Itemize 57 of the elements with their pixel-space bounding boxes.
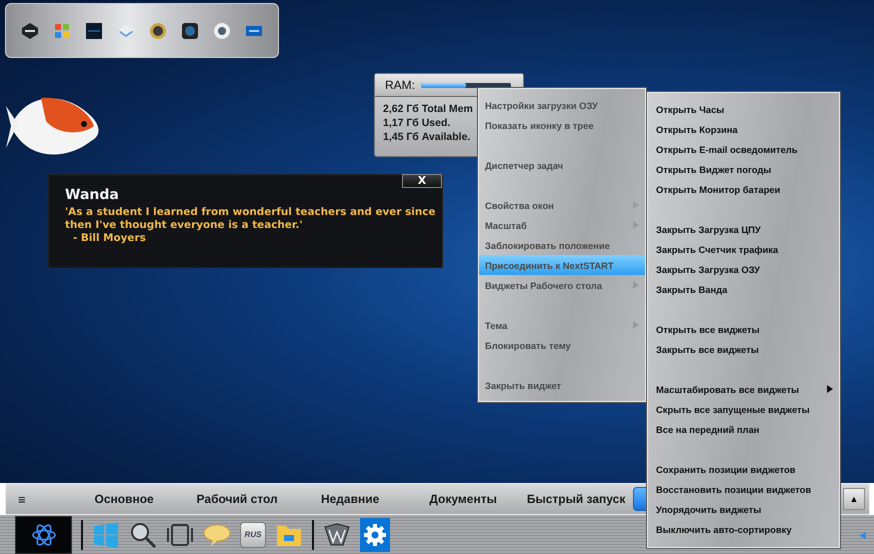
menu-item[interactable]: Настройки загрузки ОЗУ <box>479 95 645 115</box>
category-tab[interactable]: Рабочий стол <box>180 487 294 511</box>
atom-icon <box>30 522 56 548</box>
menu-item[interactable]: Закрыть все виджеты <box>650 339 839 359</box>
menu-item[interactable]: Открыть все виджеты <box>650 319 839 339</box>
menu-item[interactable]: Свойства окон <box>479 195 645 215</box>
category-tab[interactable]: Быстрый запуск <box>520 487 633 511</box>
quote-text: 'As a student I learned from wonderful teachers and ever since then I've thought everyone is a teacher.' <box>65 206 436 232</box>
menu-item[interactable]: Выключить авто-сортировку <box>650 519 839 539</box>
menu-item[interactable]: Присоединить к NextSTART <box>479 255 645 275</box>
menu-item[interactable]: Открыть Монитор батареи <box>650 179 839 199</box>
memory-stat: 2,62 Гб Total Mem <box>383 103 473 115</box>
close-button[interactable]: X <box>402 174 442 188</box>
keyboard-layout-button[interactable]: RUS <box>240 522 266 548</box>
submenu-arrow-icon <box>827 385 833 393</box>
start-button[interactable] <box>15 516 72 554</box>
category-tab[interactable]: Документы <box>406 487 520 511</box>
menu-item[interactable]: Масштаб <box>479 215 645 235</box>
search-icon[interactable] <box>129 520 157 548</box>
category-tab[interactable]: Недавние <box>294 487 407 511</box>
menu-item[interactable]: Закрыть Ванда <box>650 279 839 299</box>
dark-screen-icon[interactable] <box>85 22 103 40</box>
memory-stat: 1,17 Гб Used. <box>383 117 450 129</box>
widget-title: Wanda <box>65 187 120 203</box>
menu-item[interactable]: Сохранить позиции виджетов <box>650 459 839 479</box>
menu-item[interactable]: Показать иконку в трее <box>479 115 645 135</box>
menu-item[interactable]: Открыть Виджет погоды <box>650 159 839 179</box>
submenu-arrow-icon <box>633 221 639 229</box>
submenu-arrow-icon <box>633 281 639 289</box>
menu-item[interactable]: Масштабировать все виджеты <box>650 379 839 399</box>
menu-item[interactable]: Закрыть Загрузка ЦПУ <box>650 219 839 239</box>
menu-item[interactable]: Открыть E-mail осведомитель <box>650 139 839 159</box>
ram-label: RAM: <box>385 78 415 92</box>
menu-item[interactable]: Диспетчер задач <box>479 155 645 175</box>
scroll-up-button[interactable]: ▲ <box>843 488 865 510</box>
menu-item[interactable]: Упорядочить виджеты <box>650 499 839 519</box>
menu-button[interactable]: ≡ <box>6 492 38 506</box>
hex-logo-icon[interactable] <box>21 22 39 40</box>
submenu-arrow-icon <box>633 201 639 209</box>
menu-item[interactable]: Тема <box>479 315 645 335</box>
quote-author: - Bill Moyers <box>72 232 147 245</box>
settings-icon <box>363 522 387 546</box>
menu-item[interactable]: Виджеты Рабочего стола <box>479 275 645 295</box>
menu-item[interactable]: Все на передний план <box>650 419 839 439</box>
menu-item[interactable]: Блокировать тему <box>479 335 645 355</box>
submenu-arrow-icon <box>633 321 639 329</box>
menu-item[interactable]: Закрыть Счетчик трафика <box>650 239 839 259</box>
menu-item[interactable]: Закрыть виджет <box>479 375 645 395</box>
category-tab[interactable]: Основное <box>68 487 181 511</box>
menu-item[interactable]: Заблокировать положение <box>479 235 645 255</box>
menu-item[interactable]: Скрыть все запущеные виджеты <box>650 399 839 419</box>
menu-item[interactable]: Открыть Часы <box>650 99 839 119</box>
menu-item[interactable]: Восстановить позиции виджетов <box>650 479 839 499</box>
memory-stat: 1,45 Гб Available. <box>383 131 470 143</box>
settings-button[interactable] <box>360 518 390 552</box>
menu-item[interactable]: Открыть Корзина <box>650 119 839 139</box>
menu-item[interactable]: Закрыть Загрузка ОЗУ <box>650 259 839 279</box>
